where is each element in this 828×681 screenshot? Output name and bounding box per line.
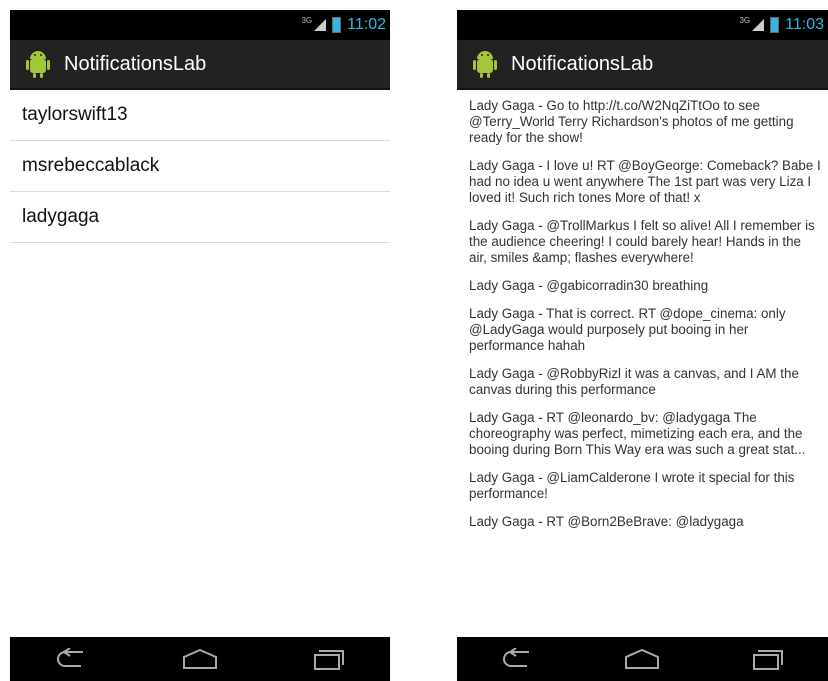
tweet-item[interactable]: Lady Gaga - @TrollMarkus I felt so alive… [469,218,822,266]
signal-icon: 3G [739,16,765,31]
tweet-item[interactable]: Lady Gaga - Go to http://t.co/W2NqZiTtOo… [469,98,822,146]
battery-icon [332,17,342,33]
list-item-taylorswift13[interactable]: taylorswift13 [10,90,390,141]
android-robot-icon [26,51,50,78]
android-robot-icon [473,51,497,78]
back-button[interactable] [495,644,543,674]
status-bar: 3G 11:02 [10,10,390,40]
recent-apps-icon [753,650,784,670]
tweet-item[interactable]: Lady Gaga - @LiamCalderone I wrote it sp… [469,470,822,502]
home-button[interactable] [618,644,666,674]
recent-apps-icon [313,650,344,670]
list-item-ladygaga[interactable]: ladygaga [10,192,390,243]
phone-screen-right: 3G 11:03 NotificationsLab Lady Gaga - Go… [457,10,828,681]
status-time: 11:03 [785,16,824,33]
phone-screen-left: 3G 11:02 NotificationsLab taylorswift13 … [10,10,390,681]
app-title: NotificationsLab [511,52,654,75]
navigation-bar [10,637,390,681]
back-arrow-icon [57,648,84,667]
list-item-msrebeccablack[interactable]: msrebeccablack [10,141,390,192]
status-time: 11:02 [347,16,386,33]
home-button[interactable] [176,644,224,674]
action-bar: NotificationsLab [457,40,828,90]
tweet-item[interactable]: Lady Gaga - RT @Born2BeBrave: @ladygaga [469,514,822,530]
back-arrow-icon [502,648,529,667]
tweet-item[interactable]: Lady Gaga - @gabicorradin30 breathing [469,278,822,294]
home-icon [625,648,660,669]
user-list: taylorswift13 msrebeccablack ladygaga [10,90,390,243]
action-bar: NotificationsLab [10,40,390,90]
recent-apps-button[interactable] [742,644,790,674]
tweet-feed[interactable]: Lady Gaga - Go to http://t.co/W2NqZiTtOo… [457,90,828,530]
tweet-item[interactable]: Lady Gaga - @RobbyRizl it was a canvas, … [469,366,822,398]
navigation-bar [457,637,828,681]
tweet-item[interactable]: Lady Gaga - RT @leonardo_bv: @ladygaga T… [469,410,822,458]
app-title: NotificationsLab [64,52,207,75]
back-button[interactable] [49,644,97,674]
signal-icon: 3G [301,16,327,31]
battery-icon [770,17,780,33]
tweet-item[interactable]: Lady Gaga - I love u! RT @BoyGeorge: Com… [469,158,822,206]
recent-apps-button[interactable] [303,644,351,674]
top-crop-strip [0,0,828,10]
status-bar: 3G 11:03 [457,10,828,40]
home-icon [182,648,217,669]
tweet-item[interactable]: Lady Gaga - That is correct. RT @dope_ci… [469,306,822,354]
